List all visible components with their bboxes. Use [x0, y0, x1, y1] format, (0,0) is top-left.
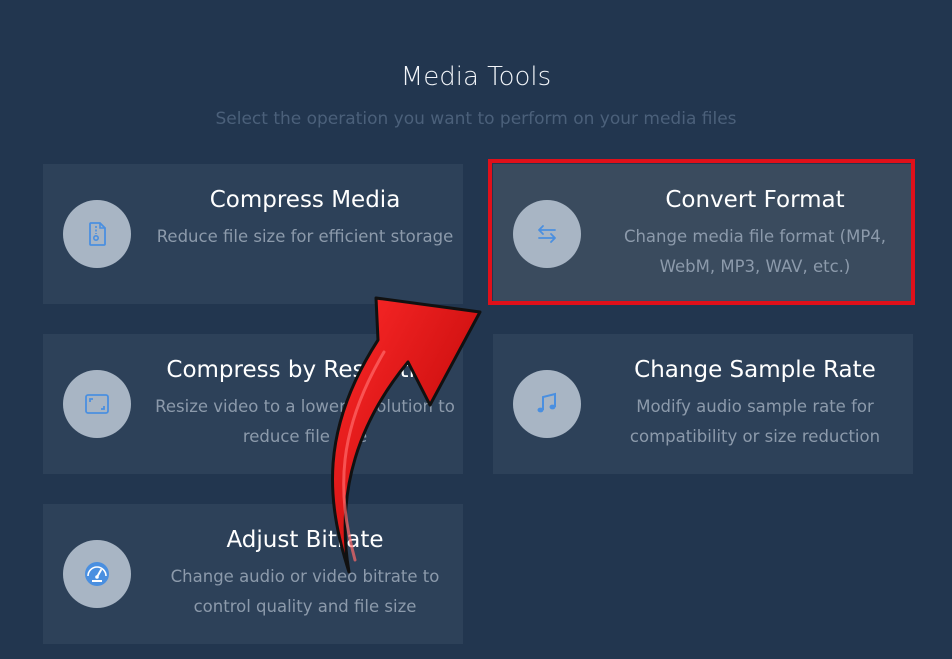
- tool-card-title: Adjust Bitrate: [226, 527, 384, 553]
- swap-arrows-icon: [513, 200, 581, 268]
- file-zip-icon: [63, 200, 131, 268]
- tool-card-title: Convert Format: [665, 187, 845, 213]
- tool-card-adjust-bitrate[interactable]: Adjust Bitrate Change audio or video bit…: [43, 504, 463, 644]
- tool-card-compress-media[interactable]: Compress Media Reduce file size for effi…: [43, 164, 463, 304]
- tool-card-description: Reduce file size for efficient storage: [156, 227, 454, 246]
- page-title: Media Tools: [400, 62, 552, 92]
- tool-card-title: Compress Media: [209, 187, 401, 213]
- tool-card-description: Change audio or video bitrate to control…: [170, 567, 440, 616]
- page-subtitle: Select the operation you want to perform…: [215, 109, 737, 129]
- tool-card-compress-by-resolution[interactable]: Compress by Resolution Resize video to a…: [43, 334, 463, 474]
- gauge-icon: [63, 540, 131, 608]
- tool-card-description: Modify audio sample rate for compatibili…: [629, 397, 881, 446]
- tool-card-title: Compress by Resolution: [166, 357, 444, 383]
- tool-card-description: Resize video to a lower resolution to re…: [155, 397, 455, 446]
- expand-frame-icon: [63, 370, 131, 438]
- tool-card-convert-format[interactable]: Convert Format Change media file format …: [493, 164, 913, 304]
- tool-card-description: Change media file format (MP4, WebM, MP3…: [623, 227, 887, 276]
- tool-card-title: Change Sample Rate: [634, 357, 876, 383]
- music-note-icon: [513, 370, 581, 438]
- tool-card-change-sample-rate[interactable]: Change Sample Rate Modify audio sample r…: [493, 334, 913, 474]
